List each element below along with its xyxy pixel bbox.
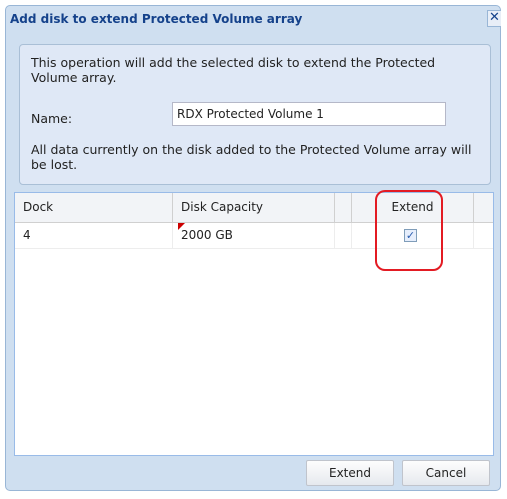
column-header-disk-capacity[interactable]: Disk Capacity	[173, 193, 335, 222]
name-label: Name:	[31, 111, 73, 126]
dialog-title: Add disk to extend Protected Volume arra…	[10, 12, 303, 26]
cancel-button[interactable]: Cancel	[402, 460, 490, 486]
cell-dock: 4	[15, 223, 173, 248]
info-panel: This operation will add the selected dis…	[19, 44, 491, 185]
extend-column-highlight	[375, 190, 443, 271]
column-spacer	[335, 193, 352, 222]
cell-spacer	[335, 223, 352, 248]
data-loss-warning: All data currently on the disk added to …	[31, 142, 472, 172]
operation-message: This operation will add the selected dis…	[31, 55, 436, 85]
extend-button[interactable]: Extend	[306, 460, 394, 486]
close-icon[interactable]: ✕	[487, 10, 501, 27]
cell-disk-capacity: 2000 GB	[173, 223, 335, 248]
modified-cell-marker	[178, 223, 185, 230]
column-header-dock[interactable]: Dock	[15, 193, 173, 222]
name-input[interactable]	[172, 102, 446, 126]
dialog-footer: Extend Cancel	[6, 458, 500, 492]
dialog-titlebar[interactable]: Add disk to extend Protected Volume arra…	[6, 6, 501, 32]
